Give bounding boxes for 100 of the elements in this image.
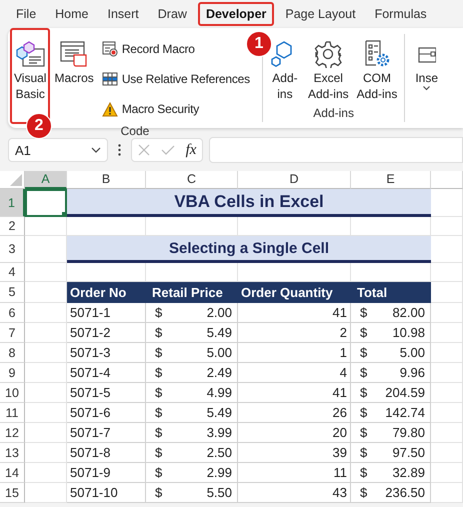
table-cell: 2 xyxy=(238,323,351,343)
ribbon-tab[interactable]: Developer xyxy=(198,2,274,26)
grid-cell[interactable] xyxy=(431,189,463,217)
more-icon[interactable] xyxy=(118,144,121,156)
grid-cell[interactable] xyxy=(25,303,67,323)
row-header[interactable]: 11 xyxy=(0,403,25,423)
table-cell: 5071-4 xyxy=(67,363,146,383)
row-header[interactable]: 4 xyxy=(0,263,25,282)
amount-value: 9.96 xyxy=(400,365,425,380)
row-header[interactable]: 8 xyxy=(0,343,25,363)
grid-cell[interactable] xyxy=(431,343,463,363)
grid-cell[interactable] xyxy=(431,323,463,343)
grid-cell[interactable] xyxy=(431,463,463,483)
row-header[interactable]: 9 xyxy=(0,363,25,383)
gear-icon xyxy=(314,40,342,68)
macro-sheet-icon xyxy=(59,40,90,68)
row-header[interactable]: 6 xyxy=(0,303,25,323)
row-header[interactable]: 5 xyxy=(0,282,25,303)
ribbon-button[interactable]: Inse xyxy=(407,34,440,122)
currency-sign: $ xyxy=(360,425,368,440)
amount-value: 32.89 xyxy=(392,465,425,480)
grid-cell[interactable] xyxy=(25,323,67,343)
ribbon-button[interactable]: Macro Security xyxy=(100,94,202,124)
currency-sign: $ xyxy=(360,365,368,380)
grid-cell[interactable] xyxy=(431,303,463,323)
name-box[interactable]: A1 xyxy=(8,138,108,162)
currency-sign: $ xyxy=(155,485,162,500)
row-header[interactable]: 1 xyxy=(0,189,25,217)
ribbon-tab[interactable]: File xyxy=(8,2,44,26)
table-cell: 11 xyxy=(238,463,351,483)
grid-cell[interactable] xyxy=(431,403,463,423)
grid-cell[interactable] xyxy=(25,263,67,282)
amount-value: 2.49 xyxy=(206,365,232,380)
caret-icon xyxy=(423,86,430,91)
ribbon-button[interactable]: Use Relative References xyxy=(100,64,252,94)
grid-cell[interactable] xyxy=(25,383,67,403)
grid-cell[interactable] xyxy=(431,383,463,403)
grid-cell[interactable] xyxy=(25,363,67,383)
currency-sign: $ xyxy=(360,405,368,420)
grid-cell[interactable] xyxy=(25,423,67,443)
grid-cell[interactable] xyxy=(431,263,463,282)
row-header[interactable]: 3 xyxy=(0,236,25,263)
row-header[interactable]: 10 xyxy=(0,383,25,403)
chevron-down-icon xyxy=(91,147,101,153)
grid-cell[interactable] xyxy=(431,443,463,463)
amount-value: 82.00 xyxy=(392,305,425,320)
amount-value: 5.00 xyxy=(400,345,425,360)
amount-value: 204.59 xyxy=(385,385,425,400)
currency-sign: $ xyxy=(155,425,162,440)
check-icon[interactable] xyxy=(160,145,175,155)
grid-cell[interactable] xyxy=(431,423,463,443)
column-header[interactable]: B xyxy=(67,171,146,189)
ribbon-tab[interactable]: Draw xyxy=(150,2,195,26)
row-header[interactable]: 15 xyxy=(0,483,25,503)
active-cell[interactable] xyxy=(25,189,67,217)
select-all-icon[interactable] xyxy=(10,174,22,186)
group-label: Code xyxy=(120,124,150,138)
currency-sign: $ xyxy=(155,385,162,400)
currency-sign: $ xyxy=(155,405,162,420)
table-cell: 1 xyxy=(238,343,351,363)
grid-cell[interactable] xyxy=(25,463,67,483)
row-header[interactable]: 13 xyxy=(0,443,25,463)
column-header[interactable]: C xyxy=(146,171,238,189)
row-header[interactable]: 2 xyxy=(0,217,25,236)
grid-cell[interactable] xyxy=(25,483,67,503)
row-header[interactable]: 14 xyxy=(0,463,25,483)
column-header[interactable]: E xyxy=(351,171,431,189)
grid-cell[interactable] xyxy=(25,403,67,423)
formula-input[interactable] xyxy=(209,137,463,163)
grid-cell[interactable] xyxy=(431,236,463,263)
column-header[interactable]: D xyxy=(238,171,351,189)
column-header[interactable] xyxy=(431,171,463,189)
table-cell: 41 xyxy=(238,303,351,323)
ribbon-tab[interactable]: Formulas xyxy=(366,2,435,26)
ribbon-button[interactable]: COM Add-ins xyxy=(352,34,402,106)
grid-cell[interactable] xyxy=(431,282,463,303)
row-header[interactable]: 7 xyxy=(0,323,25,343)
grid-cell[interactable] xyxy=(25,217,67,236)
grid-cell[interactable] xyxy=(25,443,67,463)
ribbon-tab[interactable]: Page Layout xyxy=(277,2,364,26)
grid-cell[interactable] xyxy=(431,483,463,503)
amount-value: 5.00 xyxy=(206,345,232,360)
ribbon-tab[interactable]: Insert xyxy=(100,2,147,26)
cancel-icon[interactable] xyxy=(138,144,150,156)
grid-cell[interactable] xyxy=(25,343,67,363)
ribbon-tab[interactable]: Home xyxy=(47,2,96,26)
grid-cell[interactable] xyxy=(431,217,463,236)
amount-value: 2.99 xyxy=(206,465,232,480)
cubes-icon xyxy=(15,41,46,67)
ribbon-button[interactable]: Record Macro xyxy=(100,34,197,64)
insert-function-button[interactable]: fx xyxy=(186,142,196,158)
amount-value: 142.74 xyxy=(385,405,425,420)
grid-cell[interactable] xyxy=(431,363,463,383)
table-cell: 5071-7 xyxy=(67,423,146,443)
grid-icon xyxy=(102,72,118,86)
row-header[interactable]: 12 xyxy=(0,423,25,443)
currency-sign: $ xyxy=(360,445,368,460)
column-header[interactable]: A xyxy=(25,171,67,189)
ribbon-button[interactable]: Macros xyxy=(50,28,98,124)
ribbon-button[interactable]: Excel Add-ins xyxy=(304,34,353,106)
